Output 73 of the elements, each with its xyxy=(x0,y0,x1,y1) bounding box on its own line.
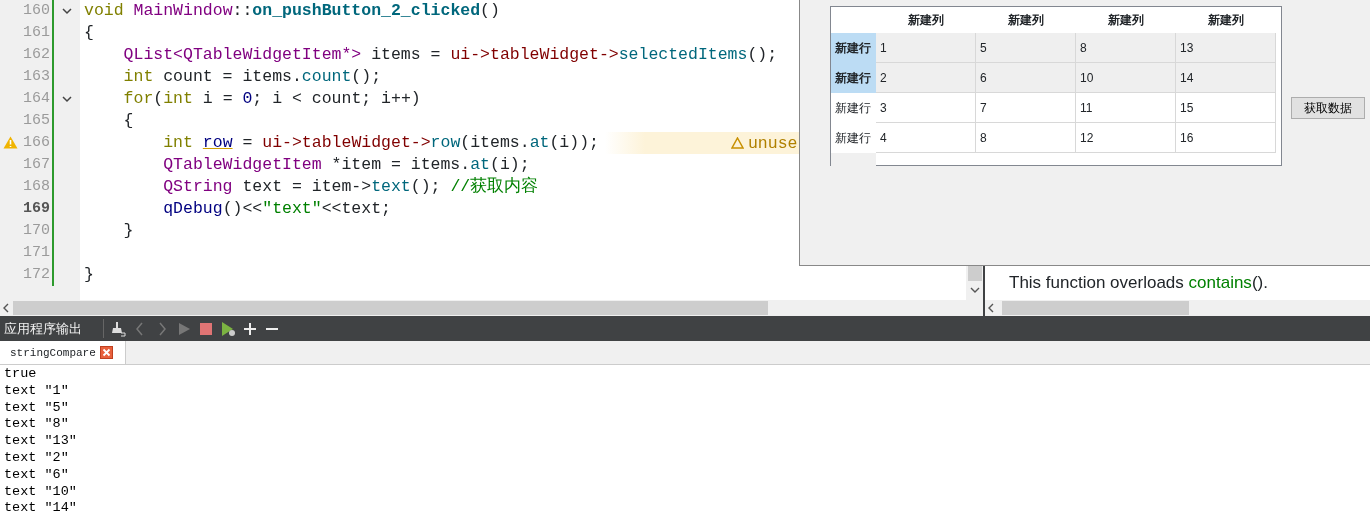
table-cell[interactable]: 8 xyxy=(976,123,1076,153)
line-number: 165 xyxy=(0,110,54,132)
warning-text: unuse xyxy=(747,133,798,153)
help-text: (). xyxy=(1251,272,1268,292)
scroll-down-icon[interactable] xyxy=(969,287,980,294)
row-header[interactable]: 新建行 xyxy=(831,63,876,93)
scrollbar-thumb[interactable] xyxy=(1002,301,1189,315)
scroll-left-icon[interactable] xyxy=(2,303,9,313)
line-number: 171 xyxy=(0,242,54,264)
table-cell[interactable]: 14 xyxy=(1176,63,1276,93)
output-line: text "8" xyxy=(4,416,70,434)
code-line: qDebug()<<"text"<<text; xyxy=(162,198,391,220)
output-tab[interactable]: stringCompare xyxy=(0,341,126,364)
line-number: 162 xyxy=(0,44,54,66)
line-number: 172 xyxy=(0,264,54,286)
table-cell[interactable]: 12 xyxy=(1076,123,1176,153)
table-cell[interactable]: 16 xyxy=(1176,123,1276,153)
warning-icon xyxy=(730,137,744,149)
output-line: text "2" xyxy=(4,450,70,467)
code-line: QString text = item->text(); //获取内容 xyxy=(162,176,539,198)
table-cell[interactable]: 5 xyxy=(976,33,1076,63)
output-line: text "5" xyxy=(4,399,70,417)
scrollbar-thumb[interactable] xyxy=(13,301,768,315)
line-number: 163 xyxy=(0,66,54,88)
line-number: 166 xyxy=(0,132,54,154)
panel-title: 应用程序输出 xyxy=(4,318,104,339)
table-cell[interactable]: 6 xyxy=(976,63,1076,93)
code-line: int count = items.count(); xyxy=(122,66,382,88)
output-line: text "10" xyxy=(4,483,78,501)
code-line: { xyxy=(122,110,134,132)
line-number: 167 xyxy=(0,154,54,176)
table-cell[interactable]: 11 xyxy=(1076,93,1176,123)
output-line: text "13" xyxy=(4,433,78,450)
plus-icon[interactable] xyxy=(242,320,258,337)
table-cell[interactable]: 7 xyxy=(976,93,1076,123)
fetch-data-button[interactable]: 获取数据 xyxy=(1291,97,1365,119)
table-cell[interactable]: 15 xyxy=(1176,93,1276,123)
table-cell[interactable]: 1 xyxy=(876,33,976,63)
code-line: { xyxy=(84,22,94,44)
code-line: } xyxy=(84,264,94,286)
code-line: QTableWidgetItem *item = items.at(i); xyxy=(162,154,530,176)
table-cell[interactable]: 13 xyxy=(1176,33,1276,63)
close-icon[interactable] xyxy=(99,346,113,359)
code-line: QList<QTableWidgetItem*> items = ui->tableWidget->selectedItems(); xyxy=(122,44,778,66)
help-text: This function overloads xyxy=(1009,272,1185,292)
code-line: for(int i = 0; i < count; i++) xyxy=(122,88,421,110)
header-filler xyxy=(831,153,876,167)
output-line: text "14" xyxy=(4,500,78,518)
fold-icon[interactable] xyxy=(62,95,72,103)
line-number: 161 xyxy=(0,22,54,44)
table-cell[interactable]: 4 xyxy=(876,123,976,153)
table-cell[interactable]: 2 xyxy=(876,63,976,93)
line-number: 160 xyxy=(0,0,54,22)
output-line: true xyxy=(4,366,38,383)
code-line: int row = ui->tableWidget->row(items.at(i)); xyxy=(162,132,599,154)
line-number: 164 xyxy=(0,88,54,110)
table-cell[interactable]: 8 xyxy=(1076,33,1176,63)
table-cell[interactable]: 10 xyxy=(1076,63,1176,93)
debug-run-icon[interactable] xyxy=(220,320,236,337)
output-line: text "1" xyxy=(4,382,70,400)
row-header[interactable]: 新建行 xyxy=(831,33,876,63)
output-line: text "6" xyxy=(4,466,70,484)
code-line: void MainWindow::on_pushButton_2_clicked() xyxy=(84,0,500,22)
fold-icon[interactable] xyxy=(62,7,72,15)
broom-icon[interactable] xyxy=(110,320,126,337)
line-number: 168 xyxy=(0,176,54,198)
table-cell[interactable]: 3 xyxy=(876,93,976,123)
line-number: 170 xyxy=(0,220,54,242)
help-link[interactable]: contains xyxy=(1188,272,1252,292)
scroll-left-icon[interactable] xyxy=(987,303,994,313)
line-number: 169 xyxy=(0,198,54,220)
stop-icon[interactable] xyxy=(198,320,214,337)
code-line: } xyxy=(122,220,134,242)
